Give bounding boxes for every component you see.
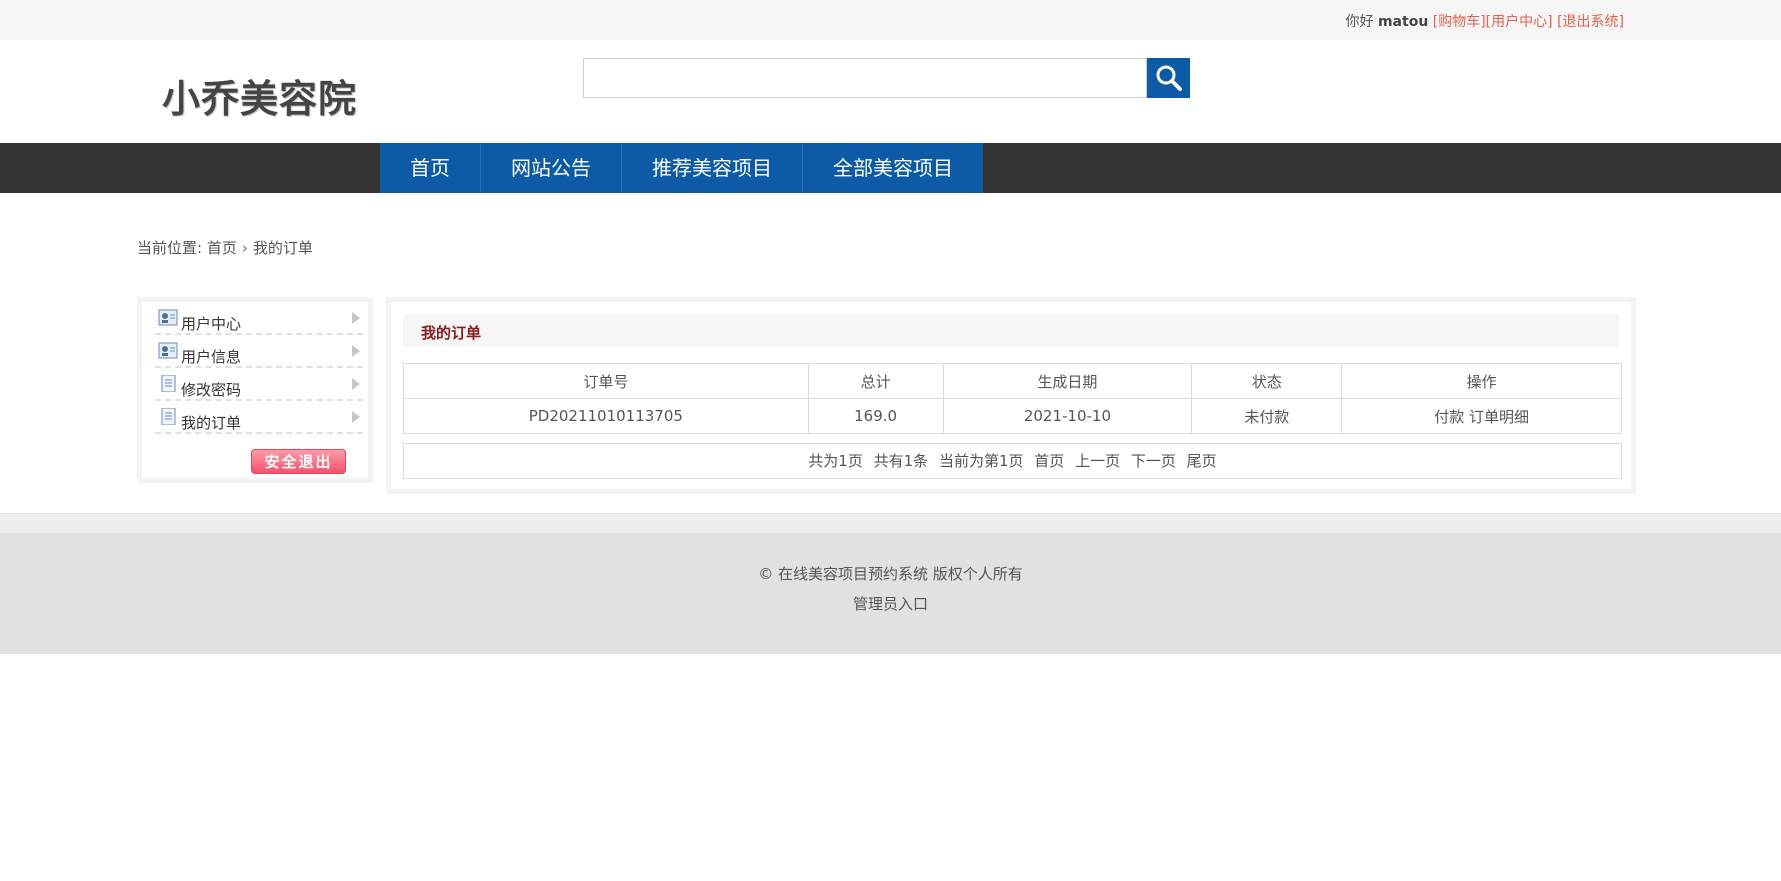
logout-link[interactable]: [退出系统]	[1557, 14, 1624, 30]
arrow-right-icon	[352, 345, 360, 357]
pager-last-link[interactable]: 尾页	[1187, 452, 1217, 470]
table-header-row: 订单号 总计 生成日期 状态 操作	[403, 363, 1622, 399]
status-cell: 未付款	[1191, 398, 1343, 434]
pager-first-link[interactable]: 首页	[1034, 452, 1064, 470]
pager-total-pages: 共为1页	[808, 452, 863, 470]
breadcrumb-home[interactable]: 首页	[207, 239, 237, 257]
site-logo[interactable]: 小乔美容院	[162, 68, 357, 123]
panel-title: 我的订单	[421, 324, 482, 342]
top-bar: 你好 matou [购物车][用户中心] [退出系统]	[0, 0, 1781, 40]
pay-link[interactable]: 付款	[1434, 408, 1464, 426]
cart-link[interactable]: [购物车]	[1433, 14, 1486, 30]
id-card-icon	[158, 342, 178, 359]
id-card-icon	[158, 309, 178, 326]
pager-next-link[interactable]: 下一页	[1131, 452, 1176, 470]
pager-current-page: 当前为第1页	[938, 452, 1024, 470]
column-header-date: 生成日期	[942, 363, 1193, 399]
table-row: PD20211010113705 169.0 2021-10-10 未付款 付款…	[403, 398, 1622, 434]
greeting-text: 你好	[1345, 14, 1374, 30]
actions-cell: 付款 订单明细	[1341, 398, 1622, 434]
nav-item-all-projects[interactable]: 全部美容项目	[803, 143, 984, 193]
sidebar-item-my-orders[interactable]: 我的订单	[155, 401, 363, 434]
footer: © 在线美容项目预约系统 版权个人所有 管理员入口	[0, 533, 1781, 654]
pagination: 共为1页 共有1条 当前为第1页 首页 上一页 下一页 尾页	[403, 443, 1622, 479]
arrow-right-icon	[352, 378, 360, 390]
arrow-right-icon	[352, 411, 360, 423]
column-header-order-no: 订单号	[403, 363, 809, 399]
username-text: matou	[1377, 14, 1429, 30]
pager-prev-link[interactable]: 上一页	[1075, 452, 1120, 470]
orders-table: 订单号 总计 生成日期 状态 操作 PD20211010113705 169.0…	[403, 363, 1622, 434]
arrow-right-icon	[352, 312, 360, 324]
sidebar-item-label: 用户中心	[181, 315, 242, 333]
date-cell: 2021-10-10	[942, 398, 1193, 434]
top-bar-user-area: 你好 matou [购物车][用户中心] [退出系统]	[1346, 11, 1624, 31]
copyright-text: © 在线美容项目预约系统 版权个人所有	[758, 565, 1023, 583]
chevron-right-icon: ›	[241, 239, 248, 257]
column-header-actions: 操作	[1341, 363, 1622, 399]
sidebar-item-label: 我的订单	[181, 414, 242, 432]
search-icon	[1156, 65, 1182, 91]
sidebar-item-change-password[interactable]: 修改密码	[155, 368, 363, 401]
breadcrumb-current: 我的订单	[252, 239, 313, 257]
breadcrumb: 当前位置: 首页 › 我的订单	[137, 237, 313, 258]
sidebar-item-user-center[interactable]: 用户中心	[155, 302, 363, 335]
pager-total-items: 共有1条	[873, 452, 929, 470]
header: 小乔美容院	[0, 40, 1781, 143]
user-center-link[interactable]: [用户中心]	[1486, 14, 1553, 30]
order-no-cell: PD20211010113705	[403, 398, 809, 434]
search-button[interactable]	[1147, 58, 1190, 98]
footer-divider	[0, 513, 1781, 533]
column-header-total: 总计	[807, 363, 944, 399]
nav-item-recommended[interactable]: 推荐美容项目	[622, 143, 803, 193]
sidebar-item-label: 用户信息	[181, 348, 242, 366]
nav-item-announcements[interactable]: 网站公告	[481, 143, 622, 193]
total-cell: 169.0	[807, 398, 944, 434]
sidebar-item-label: 修改密码	[181, 381, 242, 399]
admin-entry-link[interactable]: 管理员入口	[0, 593, 1781, 614]
breadcrumb-prefix: 当前位置:	[137, 239, 203, 257]
nav-item-home[interactable]: 首页	[380, 143, 481, 193]
sidebar-item-user-info[interactable]: 用户信息	[155, 335, 363, 368]
order-detail-link[interactable]: 订单明细	[1469, 408, 1529, 426]
search-input[interactable]	[583, 58, 1147, 98]
panel-title-bar: 我的订单	[403, 314, 1619, 347]
main-nav: 首页 网站公告 推荐美容项目 全部美容项目	[0, 143, 1781, 193]
safe-logout-button[interactable]: 安全退出	[251, 449, 346, 474]
document-icon	[161, 408, 176, 425]
orders-panel: 我的订单 订单号 总计 生成日期 状态 操作 PD20211010113705 …	[386, 297, 1636, 494]
document-icon	[161, 375, 176, 392]
column-header-status: 状态	[1191, 363, 1343, 399]
sidebar: 用户中心 用户信息 修改密码 我的订单 安全退出	[137, 297, 373, 483]
